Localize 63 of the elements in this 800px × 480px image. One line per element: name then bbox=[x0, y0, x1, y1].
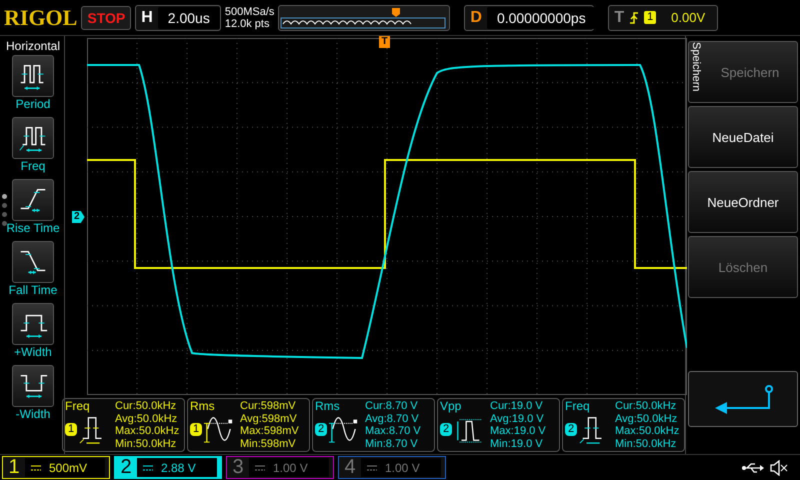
channel-button[interactable]: 3 1.00 V bbox=[226, 456, 334, 479]
channel-badge: 1 bbox=[190, 422, 202, 436]
channel-badge: 2 bbox=[315, 422, 327, 436]
muted-speaker-icon bbox=[770, 460, 788, 476]
rising-edge-icon bbox=[629, 10, 640, 24]
measurement-name: Freq bbox=[65, 400, 91, 413]
measurement-value: Cur:50.0kHz bbox=[615, 400, 678, 412]
measurement-value: Max:598mV bbox=[240, 425, 299, 438]
trigger-source-badge: 1 bbox=[644, 11, 656, 24]
measurement-value: Min:50.0kHz bbox=[615, 438, 678, 450]
delay-label: D bbox=[469, 8, 483, 26]
page-indicator bbox=[2, 194, 7, 226]
run-stop-button[interactable]: STOP bbox=[81, 6, 132, 30]
dc-coupling-icon bbox=[31, 464, 41, 470]
channel-button[interactable]: 4 1.00 V bbox=[338, 456, 446, 479]
channel-badge: 1 bbox=[65, 422, 77, 436]
channel-badge: 2 bbox=[565, 422, 577, 436]
measurement-value: Cur:50.0kHz bbox=[115, 400, 178, 412]
trigger-level: 0.00V bbox=[671, 10, 706, 25]
measurement-value: Min:50.0kHz bbox=[115, 438, 178, 450]
measurement-value: Avg:8.70 V bbox=[365, 412, 420, 425]
measurement-value: Avg:50.0kHz bbox=[115, 412, 178, 425]
timebase-value: 2.00us bbox=[158, 6, 220, 28]
sample-rate: 500MSa/s bbox=[224, 6, 274, 18]
measurement-value: Min:598mV bbox=[240, 438, 297, 450]
measurement-name: Vpp bbox=[440, 400, 462, 413]
dc-coupling-icon bbox=[367, 464, 377, 470]
memory-depth: 12.0k pts bbox=[224, 18, 270, 30]
brand-logo: RIGOL bbox=[4, 4, 78, 30]
panel-title: Horizontal bbox=[6, 38, 60, 55]
measurement-value: Cur:8.70 V bbox=[365, 400, 419, 412]
menu-title: Speichern bbox=[690, 42, 702, 92]
measurement-value: Avg:19.0 V bbox=[490, 412, 545, 425]
channel-button[interactable]: 2 2.88 V bbox=[114, 456, 222, 479]
dc-coupling-icon bbox=[255, 464, 265, 470]
trigger-label: T bbox=[613, 8, 624, 26]
delay-display[interactable]: D 0.00000000ps bbox=[464, 4, 594, 30]
channel-button[interactable]: 1 500mV bbox=[2, 456, 110, 479]
menu-button[interactable]: NeueDatei bbox=[688, 106, 798, 168]
trigger-display[interactable]: T 1 0.00V bbox=[608, 4, 718, 30]
channel-badge: 2 bbox=[440, 422, 452, 436]
channel-offset-marker[interactable]: 2 bbox=[72, 211, 85, 223]
menu-button[interactable]: NeueOrdner bbox=[688, 171, 798, 233]
timebase-display[interactable]: H 2.00us bbox=[135, 4, 221, 30]
measurement-name: Rms bbox=[315, 400, 341, 413]
measurement-name: Rms bbox=[190, 400, 216, 413]
back-button[interactable] bbox=[688, 371, 798, 427]
measurement-value: Max:8.70 V bbox=[365, 425, 421, 438]
measurement-value: Max:50.0kHz bbox=[615, 425, 680, 438]
measurement-name: Freq bbox=[565, 400, 591, 413]
measurement-value: Cur:19.0 V bbox=[490, 400, 544, 412]
measurement-value: Min:8.70 V bbox=[365, 438, 419, 450]
measurement-value: Max:50.0kHz bbox=[115, 425, 180, 438]
dc-coupling-icon bbox=[143, 464, 153, 470]
measurement-value: Max:19.0 V bbox=[490, 425, 546, 438]
measurement-value: Min:19.0 V bbox=[490, 438, 544, 450]
timebase-label: H bbox=[140, 8, 154, 26]
measurement-value: Avg:598mV bbox=[240, 412, 298, 425]
measurement-value: Avg:50.0kHz bbox=[615, 412, 678, 425]
usb-icon bbox=[742, 462, 764, 474]
measurement-value: Cur:598mV bbox=[240, 400, 297, 412]
trigger-position-marker[interactable]: T bbox=[379, 36, 390, 48]
delay-value: 0.00000000ps bbox=[486, 6, 596, 28]
